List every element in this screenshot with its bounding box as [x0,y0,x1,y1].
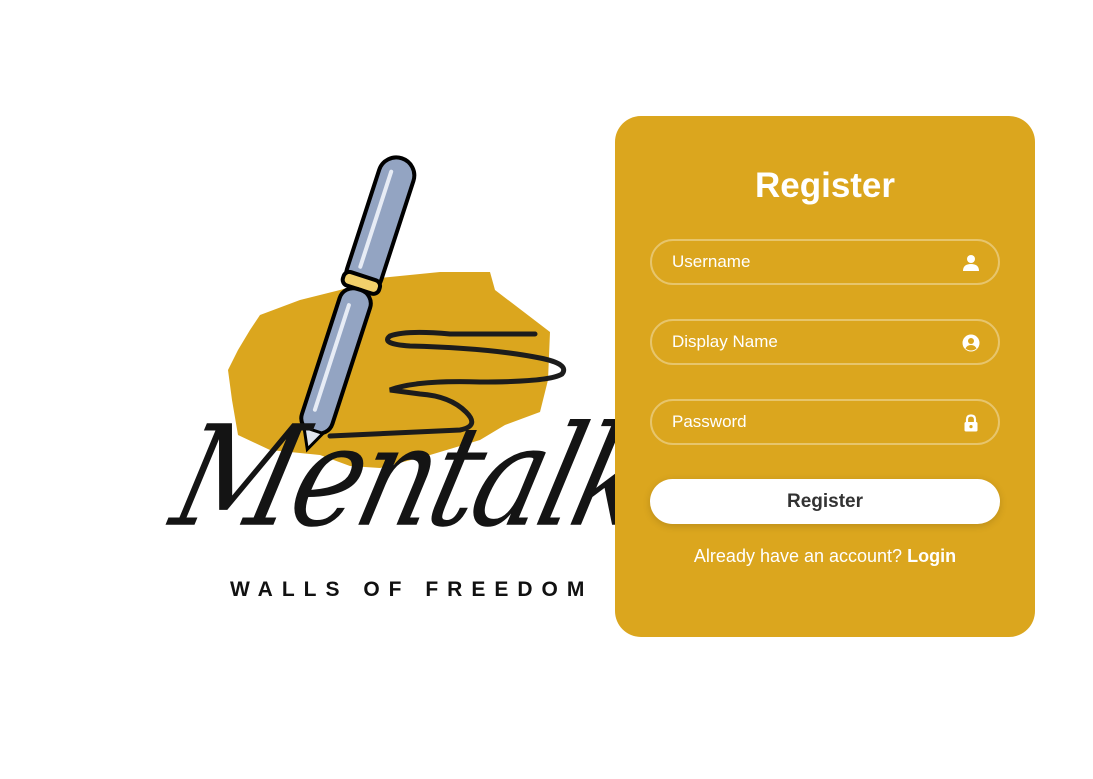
register-page: Mentalk WALLS OF FREEDOM Register Regist… [0,0,1093,779]
register-title: Register [754,166,896,205]
password-input[interactable] [652,401,998,443]
register-button[interactable]: Register [650,479,1000,524]
login-link[interactable]: Login [907,546,956,566]
logo-tagline: WALLS OF FREEDOM [230,578,594,601]
username-input[interactable] [652,241,998,283]
display-name-input[interactable] [652,321,998,363]
password-field[interactable] [650,399,1000,445]
login-prompt-text: Already have an account? [693,546,903,566]
display-name-field[interactable] [650,319,1000,365]
lock-icon [964,414,978,432]
logo-wordmark: Mentalk [159,394,666,558]
username-field[interactable] [650,239,1000,285]
mentalk-logo: Mentalk WALLS OF FREEDOM [150,150,665,620]
user-icon [963,255,979,271]
user-circle-icon [962,334,980,352]
login-prompt: Already have an account? Login [615,546,1035,567]
